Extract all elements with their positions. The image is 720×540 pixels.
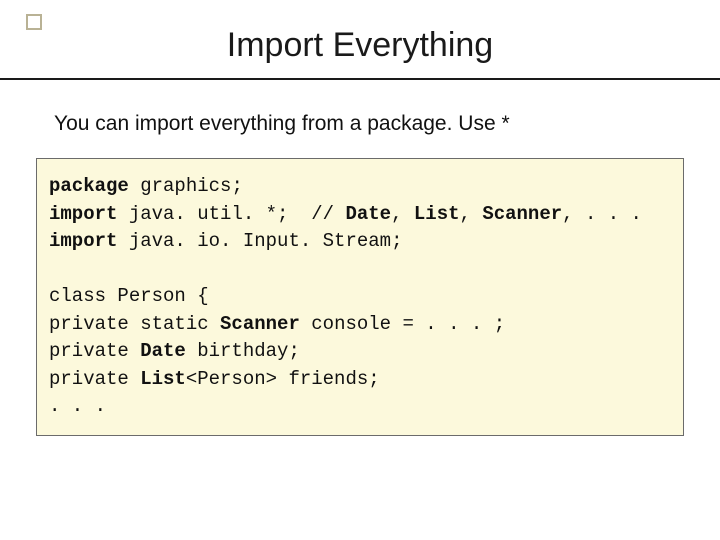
code-text: class Person { [49,285,209,307]
kw-package: package [49,175,129,197]
type-list: List [140,368,186,390]
code-text: , . . . [562,203,642,225]
code-text: private [49,340,140,362]
code-block: package graphics; import java. util. *; … [36,158,684,436]
code-text: java. util. *; // [117,203,345,225]
type-date: Date [345,203,391,225]
code-text: java. io. Input. Stream; [117,230,402,252]
kw-import: import [49,203,117,225]
code-text: . . . [49,395,106,417]
type-scanner: Scanner [482,203,562,225]
type-list: List [414,203,460,225]
code-text: , [460,203,483,225]
slide-title: Import Everything [0,26,720,65]
title-underline [0,78,720,80]
slide-subtitle: You can import everything from a package… [54,112,510,136]
kw-import: import [49,230,117,252]
code-text: private static [49,313,220,335]
code-text: private [49,368,140,390]
code-text: console = . . . ; [300,313,505,335]
code-text: graphics; [129,175,243,197]
type-date: Date [140,340,186,362]
type-scanner: Scanner [220,313,300,335]
code-text: birthday; [186,340,300,362]
slide: Import Everything You can import everyth… [0,0,720,540]
code-text: <Person> friends; [186,368,380,390]
code-text: , [391,203,414,225]
